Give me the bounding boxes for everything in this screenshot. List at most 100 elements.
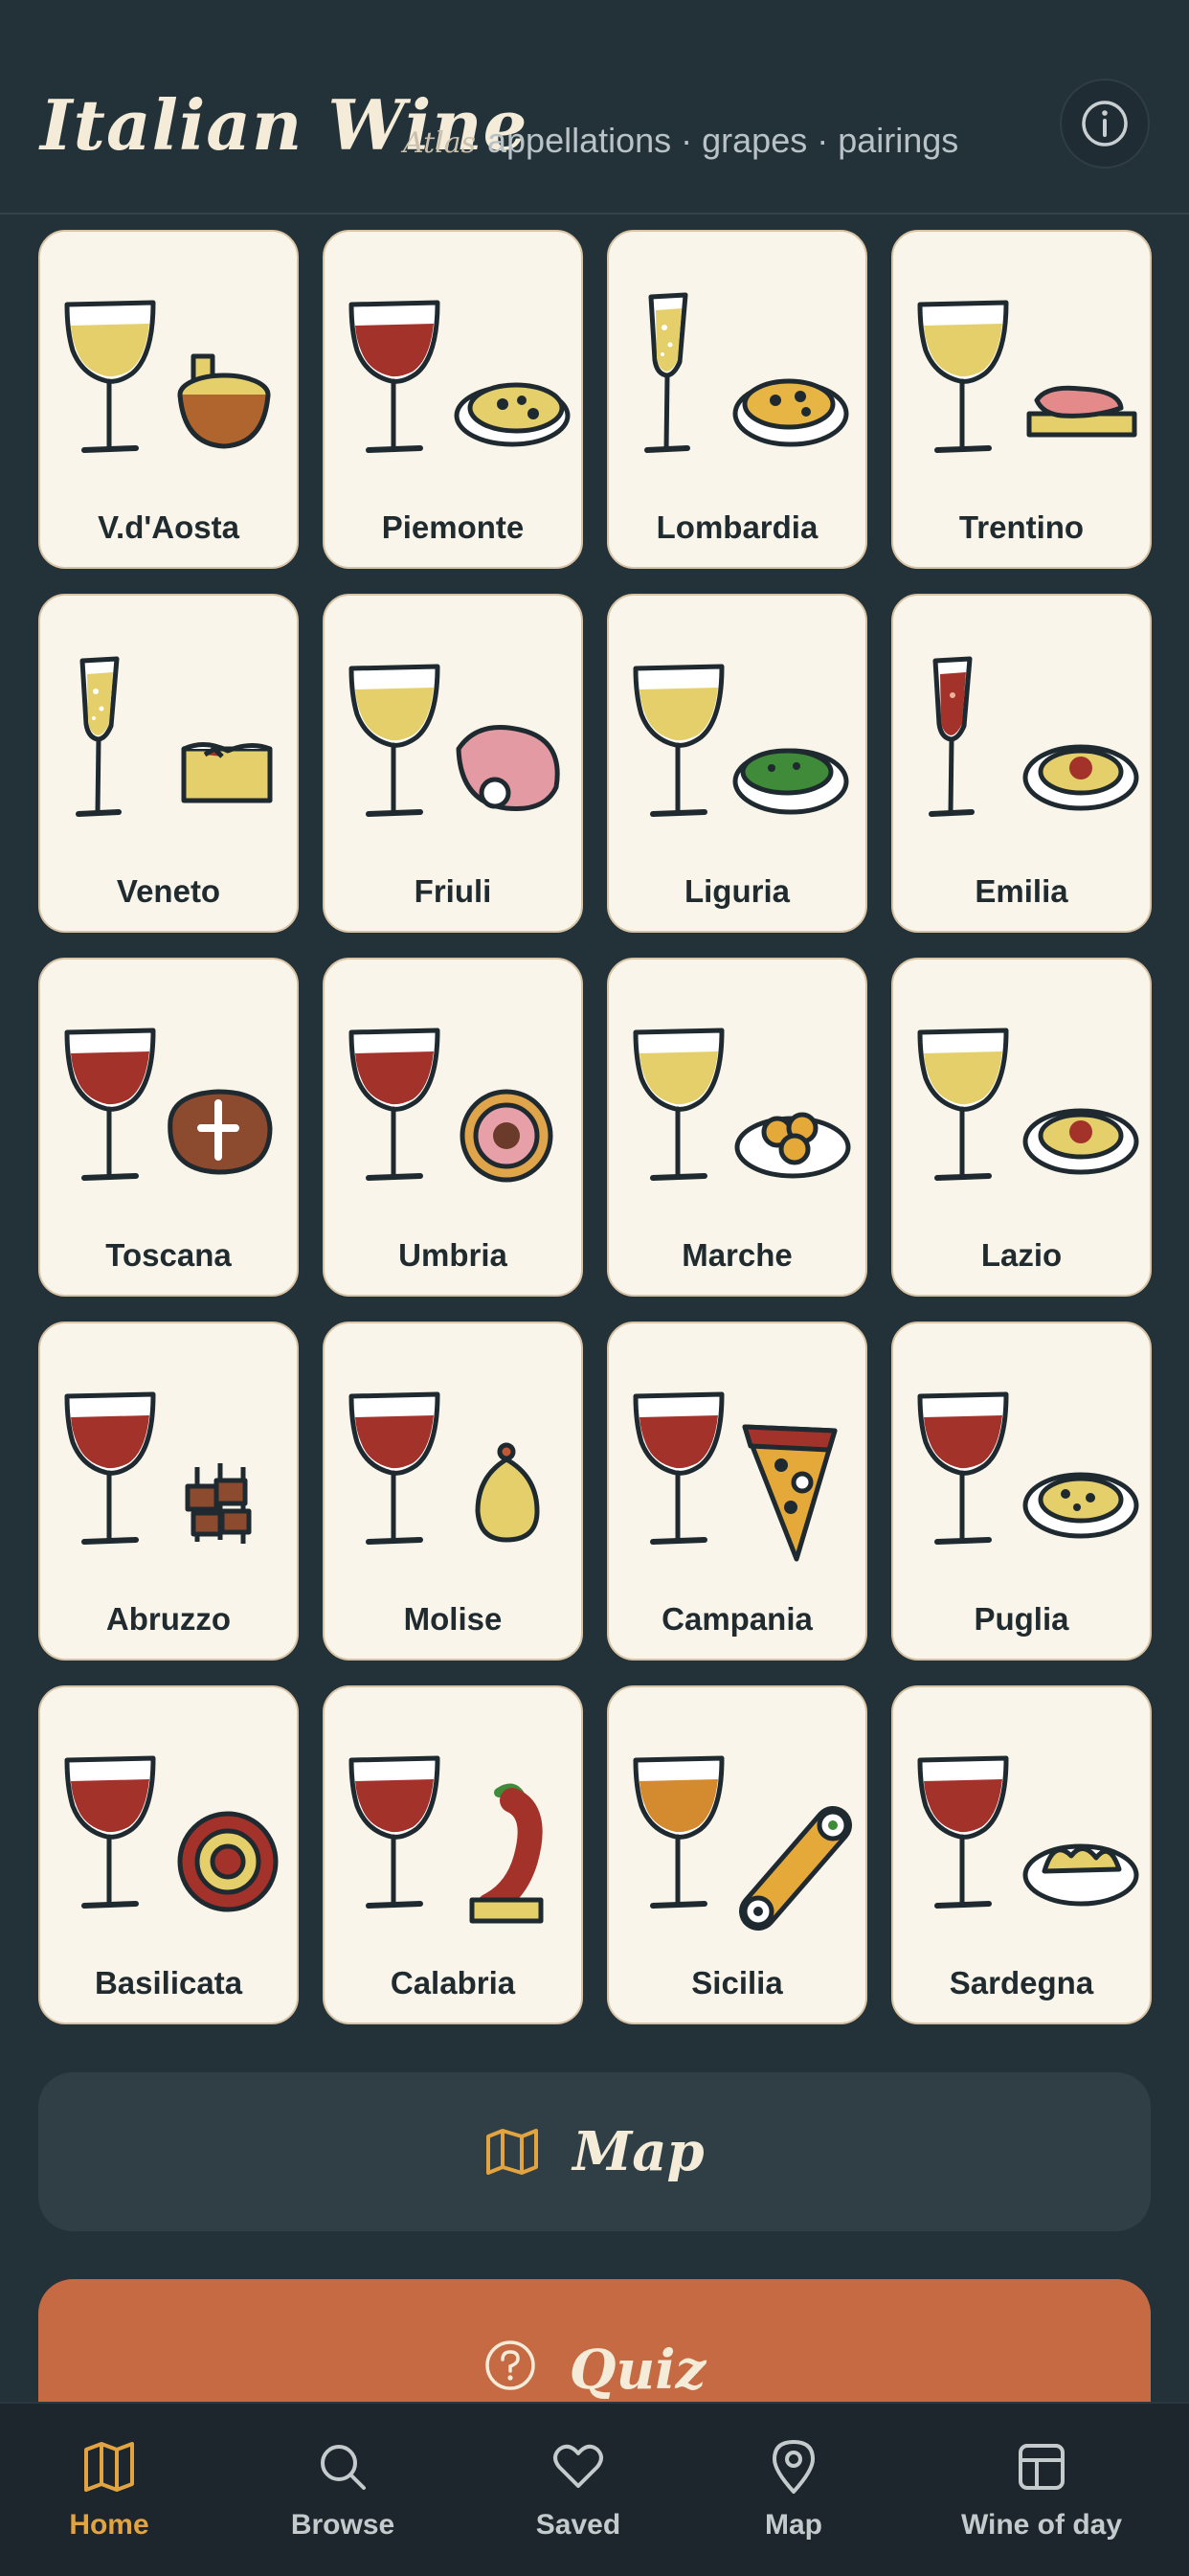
region-illustration xyxy=(633,1755,852,1931)
wine-glass-icon xyxy=(348,664,440,817)
tab-saved[interactable]: Saved xyxy=(521,2404,636,2576)
region-card[interactable]: Sicilia xyxy=(607,1685,867,2024)
region-card[interactable]: Emilia xyxy=(891,594,1152,933)
sausage-coil-icon xyxy=(177,1811,279,1912)
region-card-label: Umbria xyxy=(398,1237,507,1273)
region-illustration xyxy=(348,1028,553,1183)
region-card-label: Molise xyxy=(403,1601,503,1637)
region-illustration xyxy=(348,300,571,453)
question-circle-icon xyxy=(484,2340,535,2390)
region-illustration xyxy=(917,1028,1139,1181)
wine-glass-icon xyxy=(633,664,725,817)
tab-saved-label: Saved xyxy=(535,2509,621,2541)
region-card-label: V.d'Aosta xyxy=(98,509,239,545)
region-card[interactable]: Calabria xyxy=(323,1685,583,2024)
region-card-label: Sardegna xyxy=(949,1965,1094,2000)
wine-glass-icon xyxy=(348,1391,440,1545)
map-button-label: Map xyxy=(572,2120,705,2183)
region-card-label: Sicilia xyxy=(691,1965,783,2000)
wine-glass-icon xyxy=(348,300,440,453)
pasta-plate-icon xyxy=(1022,744,1139,811)
tab-home[interactable]: Home xyxy=(52,2404,167,2576)
quiz-button-label: Quiz xyxy=(569,2339,707,2402)
region-illustration xyxy=(348,1755,544,1924)
cannolo-icon xyxy=(739,1806,852,1931)
region-card-label: Emilia xyxy=(975,873,1068,909)
flute-glass-icon xyxy=(929,656,975,817)
region-card[interactable]: Friuli xyxy=(323,594,583,933)
wine-glass-icon xyxy=(917,1755,1009,1909)
header: Italian Wine Atlas appellations · grapes… xyxy=(0,0,1189,215)
flute-glass-icon xyxy=(644,292,690,453)
wine-glass-icon xyxy=(917,300,1009,453)
region-illustration xyxy=(917,1391,1139,1545)
wine-glass-icon xyxy=(633,1391,725,1545)
region-card[interactable]: Campania xyxy=(607,1322,867,1661)
region-illustration xyxy=(64,1391,252,1545)
region-card[interactable]: Puglia xyxy=(891,1322,1152,1661)
region-card[interactable]: Lombardia xyxy=(607,230,867,569)
region-card-label: Basilicata xyxy=(94,1965,243,2000)
steak-icon xyxy=(168,1089,273,1175)
header-divider xyxy=(0,213,1189,215)
tab-wine-of-day-label: Wine of day xyxy=(960,2509,1123,2541)
wine-glass-icon xyxy=(64,1391,156,1545)
region-illustration xyxy=(76,656,273,817)
region-illustration xyxy=(917,300,1137,453)
region-card[interactable]: Umbria xyxy=(323,958,583,1297)
region-card-label: Liguria xyxy=(684,873,790,909)
region-card[interactable]: Veneto xyxy=(38,594,299,933)
wine-glass-icon xyxy=(348,1755,440,1909)
skewers-icon xyxy=(185,1463,252,1544)
region-card[interactable]: Marche xyxy=(607,958,867,1297)
region-card[interactable]: Abruzzo xyxy=(38,1322,299,1661)
tab-home-label: Home xyxy=(69,2509,149,2541)
region-card[interactable]: Sardegna xyxy=(891,1685,1152,2024)
tab-browse[interactable]: Browse xyxy=(285,2404,400,2576)
layout-icon xyxy=(1019,2444,1065,2490)
wine-glass-icon xyxy=(917,1391,1009,1545)
region-card[interactable]: V.d'Aosta xyxy=(38,230,299,569)
prosciutto-icon xyxy=(456,725,560,812)
tab-map[interactable]: Map xyxy=(736,2404,851,2576)
region-card[interactable]: Toscana xyxy=(38,958,299,1297)
region-card-label: Campania xyxy=(662,1601,813,1637)
region-card[interactable]: Trentino xyxy=(891,230,1152,569)
app-title-atlas: Atlas xyxy=(403,126,477,160)
search-icon xyxy=(321,2445,366,2490)
culurgiones-plate-icon xyxy=(1022,1843,1139,1907)
map-icon xyxy=(486,2129,539,2175)
tab-wine-of-day[interactable]: Wine of day xyxy=(946,2404,1137,2576)
location-pin-icon xyxy=(773,2440,815,2494)
region-card[interactable]: Molise xyxy=(323,1322,583,1661)
region-card[interactable]: Liguria xyxy=(607,594,867,933)
olives-plate-icon xyxy=(734,1112,851,1179)
pesto-plate-icon xyxy=(732,748,849,815)
wine-glass-icon xyxy=(633,1028,725,1181)
region-card[interactable]: Lazio xyxy=(891,958,1152,1297)
bottom-tab-bar: Home Browse Saved Map Wine of day xyxy=(0,2402,1189,2576)
pizza-slice-icon xyxy=(742,1424,838,1562)
region-illustration xyxy=(348,664,560,817)
region-card[interactable]: Piemonte xyxy=(323,230,583,569)
flute-glass-icon xyxy=(76,656,122,817)
region-illustration xyxy=(929,656,1139,817)
app-subtitle: appellations · grapes · pairings xyxy=(487,121,959,160)
region-card[interactable]: Basilicata xyxy=(38,1685,299,2024)
heart-icon xyxy=(553,2444,603,2488)
pasta-plate-icon xyxy=(1022,1108,1139,1175)
truffle-icon xyxy=(460,1089,553,1183)
region-card-label: Marche xyxy=(682,1237,793,1273)
map-icon xyxy=(84,2442,134,2492)
region-illustration xyxy=(64,1755,279,1912)
region-card-label: Abruzzo xyxy=(105,1601,232,1637)
map-button[interactable]: Map xyxy=(38,2072,1151,2231)
region-card-label: Lazio xyxy=(980,1237,1063,1273)
speck-board-icon xyxy=(1026,385,1137,438)
region-card-label: Veneto xyxy=(116,873,221,909)
region-illustration xyxy=(633,664,849,817)
region-card-label: Lombardia xyxy=(656,509,819,545)
region-illustration xyxy=(633,1028,851,1181)
info-button[interactable] xyxy=(1060,79,1150,169)
region-card-label: Calabria xyxy=(390,1965,516,2000)
